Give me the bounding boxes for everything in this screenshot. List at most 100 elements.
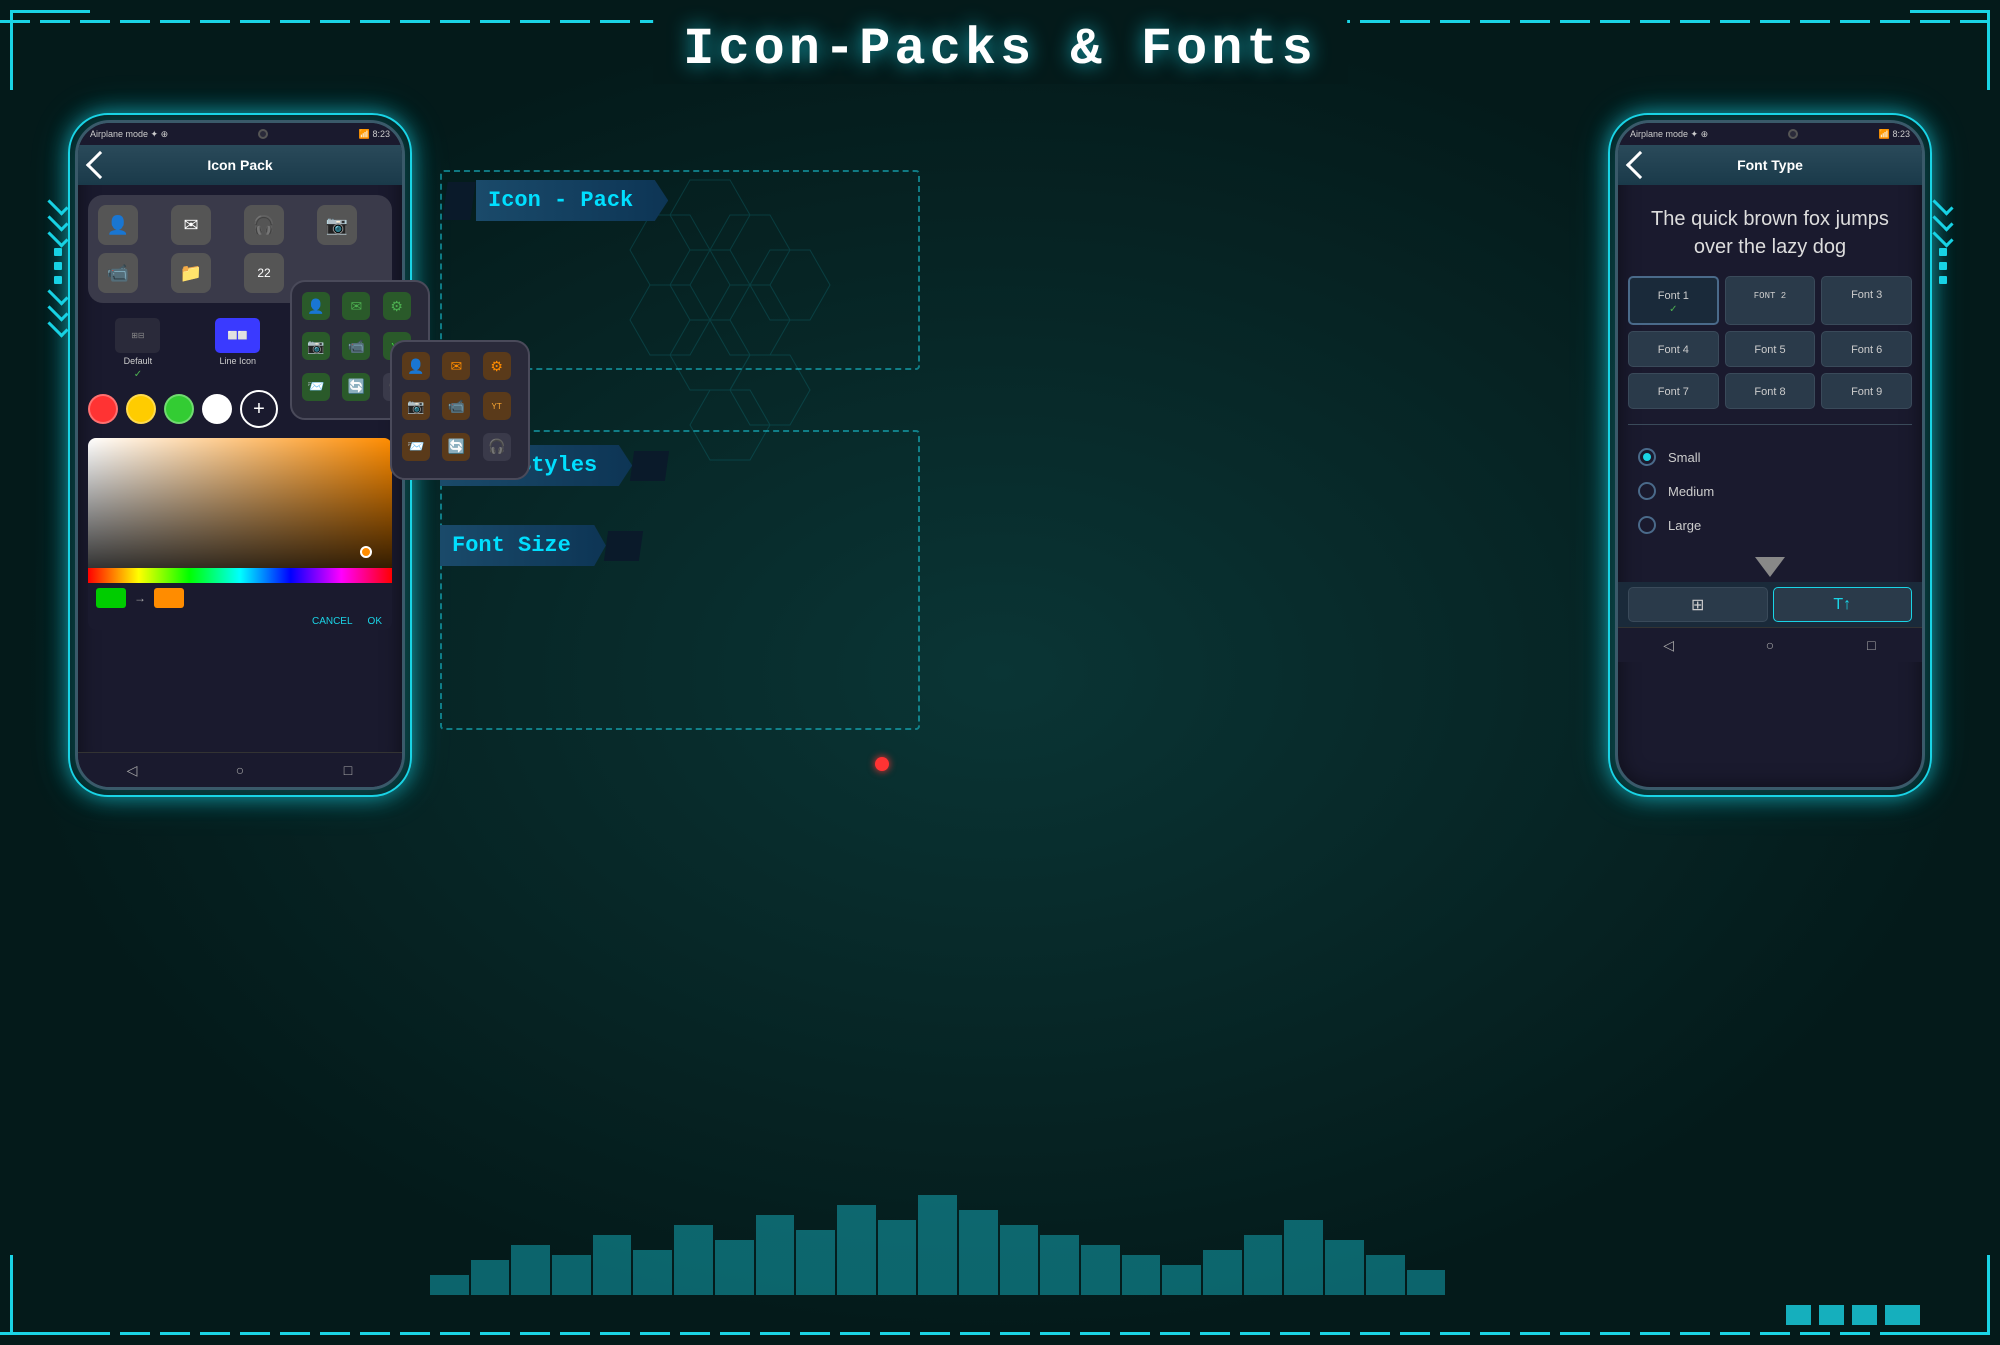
size-large[interactable]: Large — [1638, 508, 1902, 542]
color-add-button[interactable]: + — [240, 390, 278, 428]
corner-br — [1910, 1255, 1990, 1335]
radio-medium[interactable] — [1638, 482, 1656, 500]
color-green[interactable] — [164, 394, 194, 424]
indicator-dot-2 — [1819, 1305, 1844, 1325]
icon-calendar[interactable]: 22 — [244, 253, 284, 293]
home-nav-button[interactable]: ○ — [230, 760, 250, 780]
icon-messages[interactable]: ✉ — [171, 205, 211, 245]
font-item-3[interactable]: Font 3 — [1821, 276, 1912, 325]
chevron-icon — [47, 210, 68, 231]
chevron-icon — [47, 316, 68, 337]
icon-pack-tool-button[interactable]: ⊞ — [1628, 587, 1768, 622]
font-item-7[interactable]: Font 7 — [1628, 373, 1719, 409]
mini-icon-8: 🔄 — [342, 373, 370, 401]
left-phone-title: Icon Pack — [207, 157, 272, 173]
deco-dot — [54, 276, 62, 284]
mini-icon-o1: 👤 — [402, 352, 430, 380]
mini-icon-o3: ⚙ — [483, 352, 511, 380]
chevron-icon — [1932, 210, 1953, 231]
font-styles-suffix — [630, 451, 669, 481]
icon-type-line[interactable]: ⬜⬜ Line Icon — [215, 318, 260, 380]
gradient-overlay — [88, 438, 392, 568]
size-large-label: Large — [1668, 518, 1701, 533]
font-item-6[interactable]: Font 6 — [1821, 331, 1912, 367]
ok-button[interactable]: OK — [368, 616, 382, 627]
arrow-right-icon: → — [134, 591, 146, 605]
font-item-8[interactable]: Font 8 — [1725, 373, 1816, 409]
color-to — [154, 588, 184, 608]
r-recent-nav-button[interactable]: □ — [1861, 635, 1881, 655]
color-white[interactable] — [202, 394, 232, 424]
color-red[interactable] — [88, 394, 118, 424]
default-check: ✓ — [134, 369, 142, 380]
font-tool-button[interactable]: T↑ — [1773, 587, 1913, 622]
icon-contacts[interactable]: 👤 — [98, 205, 138, 245]
cancel-button[interactable]: CANCEL — [312, 616, 353, 627]
spacer — [78, 635, 402, 752]
icon-camera[interactable]: 📷 — [317, 205, 357, 245]
line-icon-preview: ⬜⬜ — [215, 318, 260, 353]
font-item-2[interactable]: FONT 2 — [1725, 276, 1816, 325]
size-small[interactable]: Small — [1638, 440, 1902, 474]
radio-small[interactable] — [1638, 448, 1656, 466]
mini-icon-7: 📨 — [302, 373, 330, 401]
color-gradient[interactable] — [88, 438, 392, 568]
mini-icon-5: 📹 — [342, 332, 370, 360]
icon-video[interactable]: 📹 — [98, 253, 138, 293]
indicator-dot-1 — [1786, 1305, 1811, 1325]
mini-icon-2: ✉ — [342, 292, 370, 320]
right-phone: Airplane mode ✦ ⊕ 📶 8:23 Font Type The q… — [1615, 120, 1925, 790]
icon-folder[interactable]: 📁 — [171, 253, 211, 293]
color-yellow[interactable] — [126, 394, 156, 424]
font-item-4[interactable]: Font 4 — [1628, 331, 1719, 367]
chevron-icon — [1932, 226, 1953, 247]
r-back-nav-button[interactable]: ◁ — [1659, 635, 1679, 655]
color-hue-strip[interactable] — [88, 568, 392, 583]
color-picker-cursor[interactable] — [360, 546, 372, 558]
r-status-left: Airplane mode ✦ ⊕ — [1630, 129, 1708, 140]
font-item-9[interactable]: Font 9 — [1821, 373, 1912, 409]
back-nav-button[interactable]: ◁ — [122, 760, 142, 780]
font-item-5[interactable]: Font 5 — [1725, 331, 1816, 367]
left-phone-header: Icon Pack — [78, 145, 402, 185]
status-left: Airplane mode ✦ ⊕ — [90, 129, 168, 140]
font-size-suffix — [604, 531, 643, 561]
camera-dot — [258, 129, 268, 139]
r-status-right: 📶 8:23 — [1879, 129, 1910, 140]
right-phone-navbar: ◁ ○ □ — [1618, 627, 1922, 662]
r-home-nav-button[interactable]: ○ — [1760, 635, 1780, 655]
status-right: 📶 8:23 — [359, 129, 390, 140]
label-prefix-deco — [442, 182, 475, 220]
font-item-1[interactable]: Font 1 ✓ — [1628, 276, 1719, 325]
deco-dot — [1939, 262, 1947, 270]
left-panel-decoration — [45, 200, 70, 600]
color-from — [96, 588, 126, 608]
icon-pack-badge: Icon - Pack — [476, 180, 668, 221]
mini-icon-o6: YT — [483, 392, 511, 420]
default-icon-preview: ⊞⊟ — [115, 318, 160, 353]
eq-visualizer — [430, 1195, 1445, 1295]
size-medium[interactable]: Medium — [1638, 474, 1902, 508]
icon-headphones[interactable]: 🎧 — [244, 205, 284, 245]
recent-nav-button[interactable]: □ — [338, 760, 358, 780]
color-picker[interactable]: → CANCEL OK — [88, 438, 392, 630]
chevron-icon — [47, 284, 68, 305]
mini-icon-1: 👤 — [302, 292, 330, 320]
font-selection-grid: Font 1 ✓ FONT 2 Font 3 Font 4 Font 5 Fon… — [1618, 276, 1922, 419]
chevron-icon — [47, 226, 68, 247]
bottom-indicator-dots — [1786, 1305, 1920, 1325]
mini-icon-o9: 🎧 — [483, 433, 511, 461]
font-size-text: Font Size — [452, 533, 571, 558]
right-panel-decoration — [1930, 200, 1955, 600]
red-indicator-dot — [875, 757, 889, 771]
mini-icon-3: ⚙ — [383, 292, 411, 320]
font-preview-area: The quick brown fox jumps over the lazy … — [1618, 185, 1922, 276]
mini-icon-o7: 📨 — [402, 433, 430, 461]
mini-icon-o8: 🔄 — [442, 433, 470, 461]
back-button[interactable] — [86, 151, 114, 179]
default-label: Default — [124, 356, 153, 366]
icon-type-default[interactable]: ⊞⊟ Default ✓ — [115, 318, 160, 380]
radio-large[interactable] — [1638, 516, 1656, 534]
deco-dot — [54, 262, 62, 270]
r-back-button[interactable] — [1626, 151, 1654, 179]
